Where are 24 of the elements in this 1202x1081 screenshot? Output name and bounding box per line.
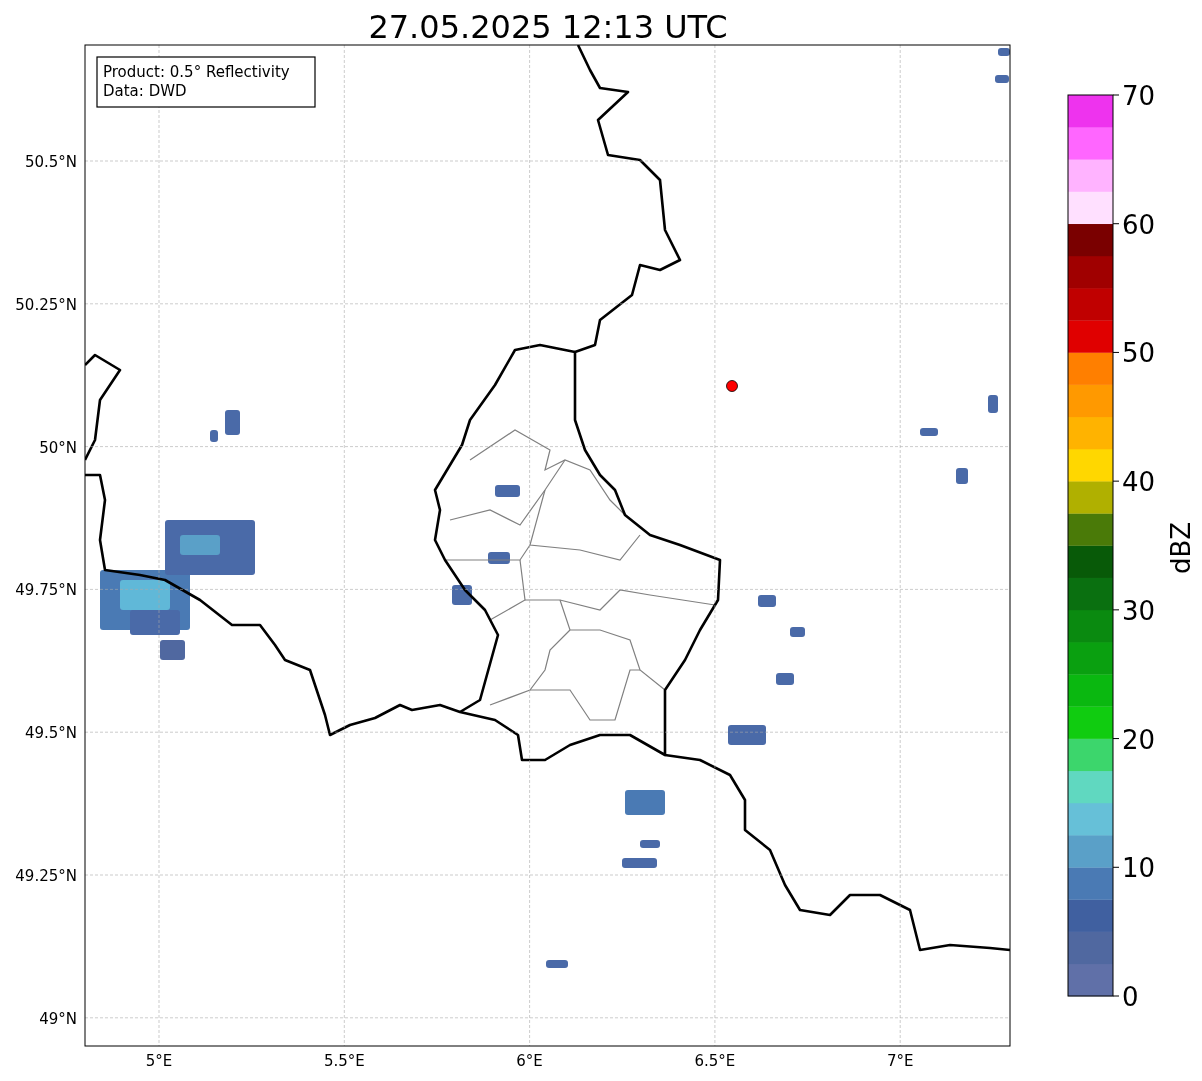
longitude-label: 5°E <box>145 1052 173 1070</box>
colorbar-tick-label: 0 <box>1122 982 1139 1012</box>
latitude-label: 49.25°N <box>15 867 77 885</box>
info-box: Product: 0.5° Reflectivity Data: DWD <box>96 56 316 108</box>
latitude-label: 50.5°N <box>24 153 77 171</box>
colorbar-tick-label: 40 <box>1122 467 1156 498</box>
latitude-label: 49.5°N <box>24 724 77 743</box>
colorbar-tick-label: 30 <box>1122 595 1156 626</box>
latitude-label: 49°N <box>39 1009 77 1028</box>
longitude-label: 6.5°E <box>694 1052 736 1070</box>
colorbar-tick-label: 10 <box>1122 853 1156 884</box>
colorbar-tick-label: 60 <box>1122 209 1156 240</box>
colorbar-tick-label: 50 <box>1122 338 1156 369</box>
latitude-label: 50.25°N <box>15 295 77 314</box>
colorbar-tick-label: 20 <box>1122 724 1156 755</box>
colorbar-tick-label: 70 <box>1122 81 1156 111</box>
colorbar-label: dBZ <box>1166 521 1196 575</box>
radar-site-marker <box>726 380 738 392</box>
longitude-label: 6°E <box>516 1052 543 1070</box>
longitude-label: 7°E <box>886 1052 914 1070</box>
longitude-label: 5.5°E <box>323 1052 365 1070</box>
latitude-label: 50°N <box>39 438 77 457</box>
plot-title: 27.05.2025 12:13 UTC <box>368 8 728 46</box>
latitude-label: 49.75°N <box>15 581 77 600</box>
